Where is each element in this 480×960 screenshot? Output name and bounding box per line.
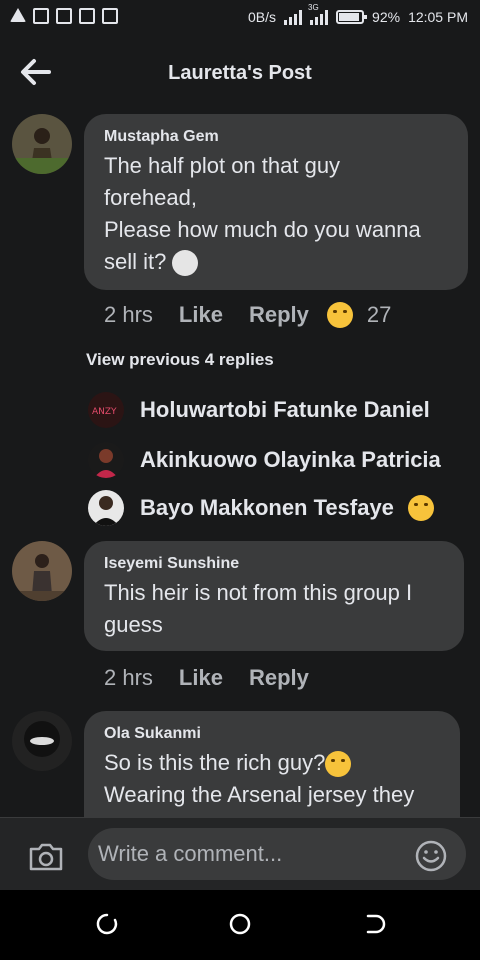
comment-bubble: Mustapha Gem The half plot on that guy f… <box>84 114 468 290</box>
reply-button[interactable]: Reply <box>249 665 309 691</box>
comment-author[interactable]: Ola Sukanmi <box>104 725 440 743</box>
comment-bubble: Iseyemi Sunshine This heir is not from t… <box>84 541 464 651</box>
battery-icon <box>336 10 368 24</box>
system-nav-bar <box>0 890 480 960</box>
comment-line: Please how much do you wanna <box>104 217 421 242</box>
comment-actions: 2 hrs Like Reply 27 <box>104 302 417 328</box>
recent-apps-icon[interactable] <box>95 912 119 936</box>
notes-icon <box>33 8 49 24</box>
full-moon-face-emoji <box>172 250 199 277</box>
comment-bubble: Ola Sukanmi So is this the rich guy? Wea… <box>84 711 460 831</box>
svg-text:ANZY: ANZY <box>92 407 117 417</box>
laughing-face-emoji[interactable] <box>326 302 353 328</box>
like-button[interactable]: Like <box>179 665 223 691</box>
network-speed: 0B/s <box>248 9 277 25</box>
alert-triangle-icon <box>10 8 26 22</box>
view-previous-replies-link[interactable]: View previous 4 replies <box>86 350 274 370</box>
status-right: 0B/s 3G 92% 12:05 PM <box>248 3 468 25</box>
comment-text: So is this the rich guy? Wearing the Ars… <box>104 747 440 811</box>
like-button[interactable]: Like <box>179 302 223 328</box>
reply-preview[interactable]: Akinkuowo Olayinka Patricia <box>88 442 468 478</box>
reply-preview[interactable]: Bayo Makkonen Tesfaye <box>88 490 468 526</box>
avatar[interactable] <box>12 711 72 771</box>
comment-line: forehead, <box>104 185 197 210</box>
smile-icon[interactable] <box>414 839 448 873</box>
reply-button[interactable]: Reply <box>249 302 309 328</box>
comment-line: The half plot on that guy <box>104 153 341 178</box>
back-icon[interactable] <box>362 912 386 936</box>
battery-saver-icon <box>79 8 95 24</box>
comment-line: sell it? <box>104 249 167 274</box>
comment-author[interactable]: Iseyemi Sunshine <box>104 555 444 573</box>
avatar: ANZY <box>88 392 124 428</box>
header: Lauretta's Post <box>0 36 480 110</box>
unamused-face-emoji <box>325 751 352 778</box>
comment-author[interactable]: Mustapha Gem <box>104 128 448 146</box>
notification-icons <box>10 8 118 24</box>
cast-icon <box>56 8 72 24</box>
comment-input[interactable] <box>88 828 466 880</box>
avatar[interactable] <box>12 114 72 174</box>
comment-line: Wearing the Arsenal jersey they <box>104 782 415 807</box>
comment-line: This heir is not from this group I <box>104 580 413 605</box>
tears-of-joy-emoji <box>407 495 434 521</box>
comment-line: So is this the rich guy? <box>104 750 326 775</box>
battery-percent: 92% <box>372 9 401 25</box>
signal-icon <box>284 9 303 25</box>
page-title: Lauretta's Post <box>168 62 312 84</box>
camera-icon[interactable] <box>28 842 64 872</box>
reply-preview[interactable]: ANZY Holuwartobi Fatunke Daniel <box>88 392 468 428</box>
status-bar: 0B/s 3G 92% 12:05 PM <box>0 0 480 36</box>
comment-composer <box>0 817 480 890</box>
avatar <box>88 490 124 526</box>
reaction-count[interactable]: 27 <box>367 302 391 328</box>
activity-icon <box>102 8 118 24</box>
comment-line: guess <box>104 612 163 637</box>
reply-author: Bayo Makkonen Tesfaye <box>140 495 394 520</box>
clock: 12:05 PM <box>408 9 468 25</box>
network-type: 3G <box>308 3 319 12</box>
signal-3g-icon: 3G <box>308 3 329 25</box>
avatar <box>88 442 124 478</box>
reply-author: Akinkuowo Olayinka Patricia <box>140 447 441 472</box>
home-icon[interactable] <box>228 912 252 936</box>
comment-time: 2 hrs <box>104 302 153 327</box>
reply-author: Holuwartobi Fatunke Daniel <box>140 397 430 422</box>
comment-text: The half plot on that guy forehead, Plea… <box>104 150 448 278</box>
comment-actions: 2 hrs Like Reply <box>104 665 335 691</box>
avatar[interactable] <box>12 541 72 601</box>
comment-text: This heir is not from this group I guess <box>104 577 444 641</box>
comment-time: 2 hrs <box>104 665 153 690</box>
